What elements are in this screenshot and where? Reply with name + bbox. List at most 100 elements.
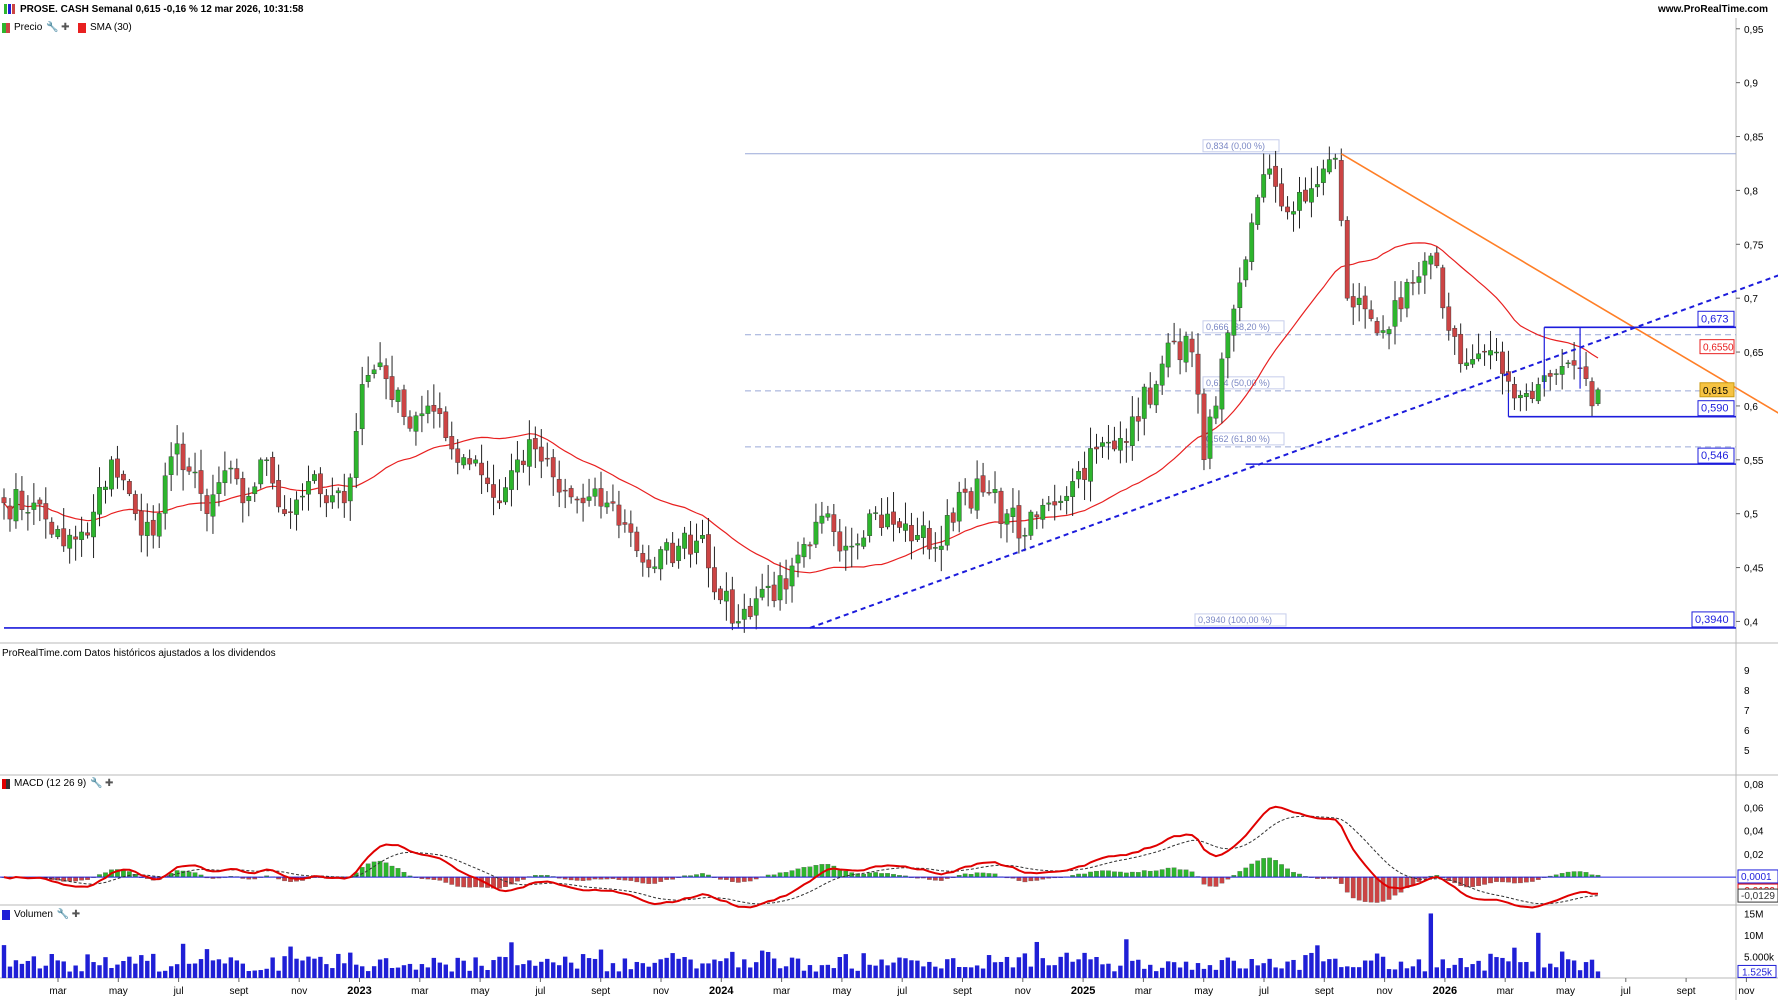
volume-bar bbox=[1404, 968, 1410, 978]
macd-histogram-bar bbox=[986, 873, 992, 878]
candle-body bbox=[1350, 296, 1356, 308]
candle bbox=[676, 538, 682, 569]
candle-body bbox=[294, 499, 299, 515]
candle bbox=[556, 460, 562, 508]
volume-bar bbox=[951, 958, 956, 978]
price-tick-label: 0,95 bbox=[1744, 25, 1764, 36]
volume-bar bbox=[998, 961, 1004, 978]
candle-body bbox=[162, 475, 168, 514]
macd-histogram-bar bbox=[1565, 871, 1571, 878]
macd-histogram-bar bbox=[1028, 876, 1034, 882]
candle-body bbox=[1464, 362, 1470, 366]
candle-body bbox=[323, 495, 329, 504]
chart-canvas[interactable]: 0,834 (0,00 %) 0,666 (38,20 %) 0,614 (50,0… bbox=[0, 0, 1778, 1000]
volume-bar bbox=[1565, 959, 1571, 978]
candle-body bbox=[25, 512, 31, 514]
candle bbox=[1476, 333, 1481, 362]
candle-body bbox=[1231, 308, 1237, 336]
candle bbox=[503, 477, 508, 505]
x-year-label: 2025 bbox=[1071, 985, 1095, 997]
volume-bar bbox=[270, 957, 275, 978]
volume-bar bbox=[1339, 967, 1344, 978]
volume-bar bbox=[1470, 964, 1475, 978]
candle-body bbox=[479, 462, 484, 476]
candle-body bbox=[1589, 381, 1595, 407]
candle bbox=[658, 546, 664, 581]
volume-bar bbox=[849, 968, 854, 978]
candle-body bbox=[276, 480, 282, 508]
candle bbox=[479, 444, 484, 494]
x-month-label: nov bbox=[1015, 986, 1031, 997]
candle bbox=[515, 441, 520, 491]
candle-body bbox=[1189, 338, 1195, 353]
candle bbox=[389, 355, 395, 408]
candle-body bbox=[998, 490, 1004, 524]
candle-body bbox=[186, 466, 192, 472]
candle bbox=[1153, 380, 1159, 414]
volume-bar bbox=[1, 945, 7, 978]
candle bbox=[473, 455, 479, 467]
volume-bar bbox=[491, 960, 496, 978]
candle-body bbox=[1207, 416, 1213, 459]
volume-bar bbox=[1434, 967, 1439, 978]
macd-histogram-bar bbox=[1559, 873, 1565, 878]
candle bbox=[861, 530, 867, 550]
volume-bar bbox=[348, 952, 353, 978]
candle-body bbox=[544, 457, 550, 460]
candle-body bbox=[867, 513, 873, 536]
candle-body bbox=[103, 486, 108, 490]
candle bbox=[509, 453, 514, 507]
macd-histogram-bar bbox=[383, 862, 389, 878]
macd-histogram-bar bbox=[1159, 869, 1165, 878]
candle bbox=[1583, 351, 1589, 387]
candle bbox=[198, 449, 204, 512]
candle-body bbox=[950, 512, 956, 523]
candle-body bbox=[526, 439, 532, 467]
volume-bar bbox=[562, 956, 568, 978]
volume-bar bbox=[1368, 960, 1374, 978]
candle-body bbox=[85, 532, 90, 536]
volume-bar bbox=[1034, 941, 1040, 978]
x-month-label: may bbox=[1194, 986, 1213, 997]
candle bbox=[1547, 369, 1553, 391]
candle-body bbox=[312, 474, 317, 481]
candle bbox=[879, 498, 884, 536]
candle bbox=[1428, 252, 1434, 280]
candle-body bbox=[1326, 159, 1332, 173]
candle bbox=[1344, 216, 1350, 301]
candle bbox=[371, 364, 377, 379]
volume-bar bbox=[103, 957, 108, 978]
candle bbox=[544, 442, 550, 467]
volume-bar bbox=[742, 959, 747, 978]
candle bbox=[610, 484, 616, 512]
volume-bar bbox=[1374, 953, 1380, 978]
candle-body bbox=[532, 438, 538, 450]
candle bbox=[168, 442, 174, 492]
candle-body bbox=[1, 497, 7, 504]
candle-body bbox=[109, 459, 114, 490]
candle-body bbox=[1374, 321, 1380, 334]
candle bbox=[753, 586, 759, 630]
volume-bar bbox=[1171, 962, 1177, 978]
candle-body bbox=[974, 478, 980, 511]
candle bbox=[682, 526, 687, 560]
candle-body bbox=[473, 459, 479, 464]
candle bbox=[700, 519, 705, 544]
candle bbox=[1291, 201, 1296, 232]
volume-bar bbox=[1195, 963, 1201, 978]
candle-body bbox=[1195, 353, 1201, 395]
candle-body bbox=[735, 621, 741, 624]
macd-histogram-bar bbox=[807, 866, 813, 878]
candle bbox=[801, 537, 807, 568]
volume-bar bbox=[234, 960, 240, 978]
volume-bar bbox=[897, 957, 902, 978]
candle-body bbox=[1571, 360, 1577, 366]
candle-body bbox=[1046, 502, 1052, 505]
candle bbox=[1529, 382, 1535, 404]
macd-histogram-bar bbox=[783, 872, 789, 878]
candle bbox=[1106, 425, 1111, 460]
candle-body bbox=[1398, 297, 1404, 310]
volume-bar bbox=[1213, 969, 1219, 978]
volume-bar bbox=[748, 967, 753, 978]
volume-bar bbox=[222, 963, 228, 978]
